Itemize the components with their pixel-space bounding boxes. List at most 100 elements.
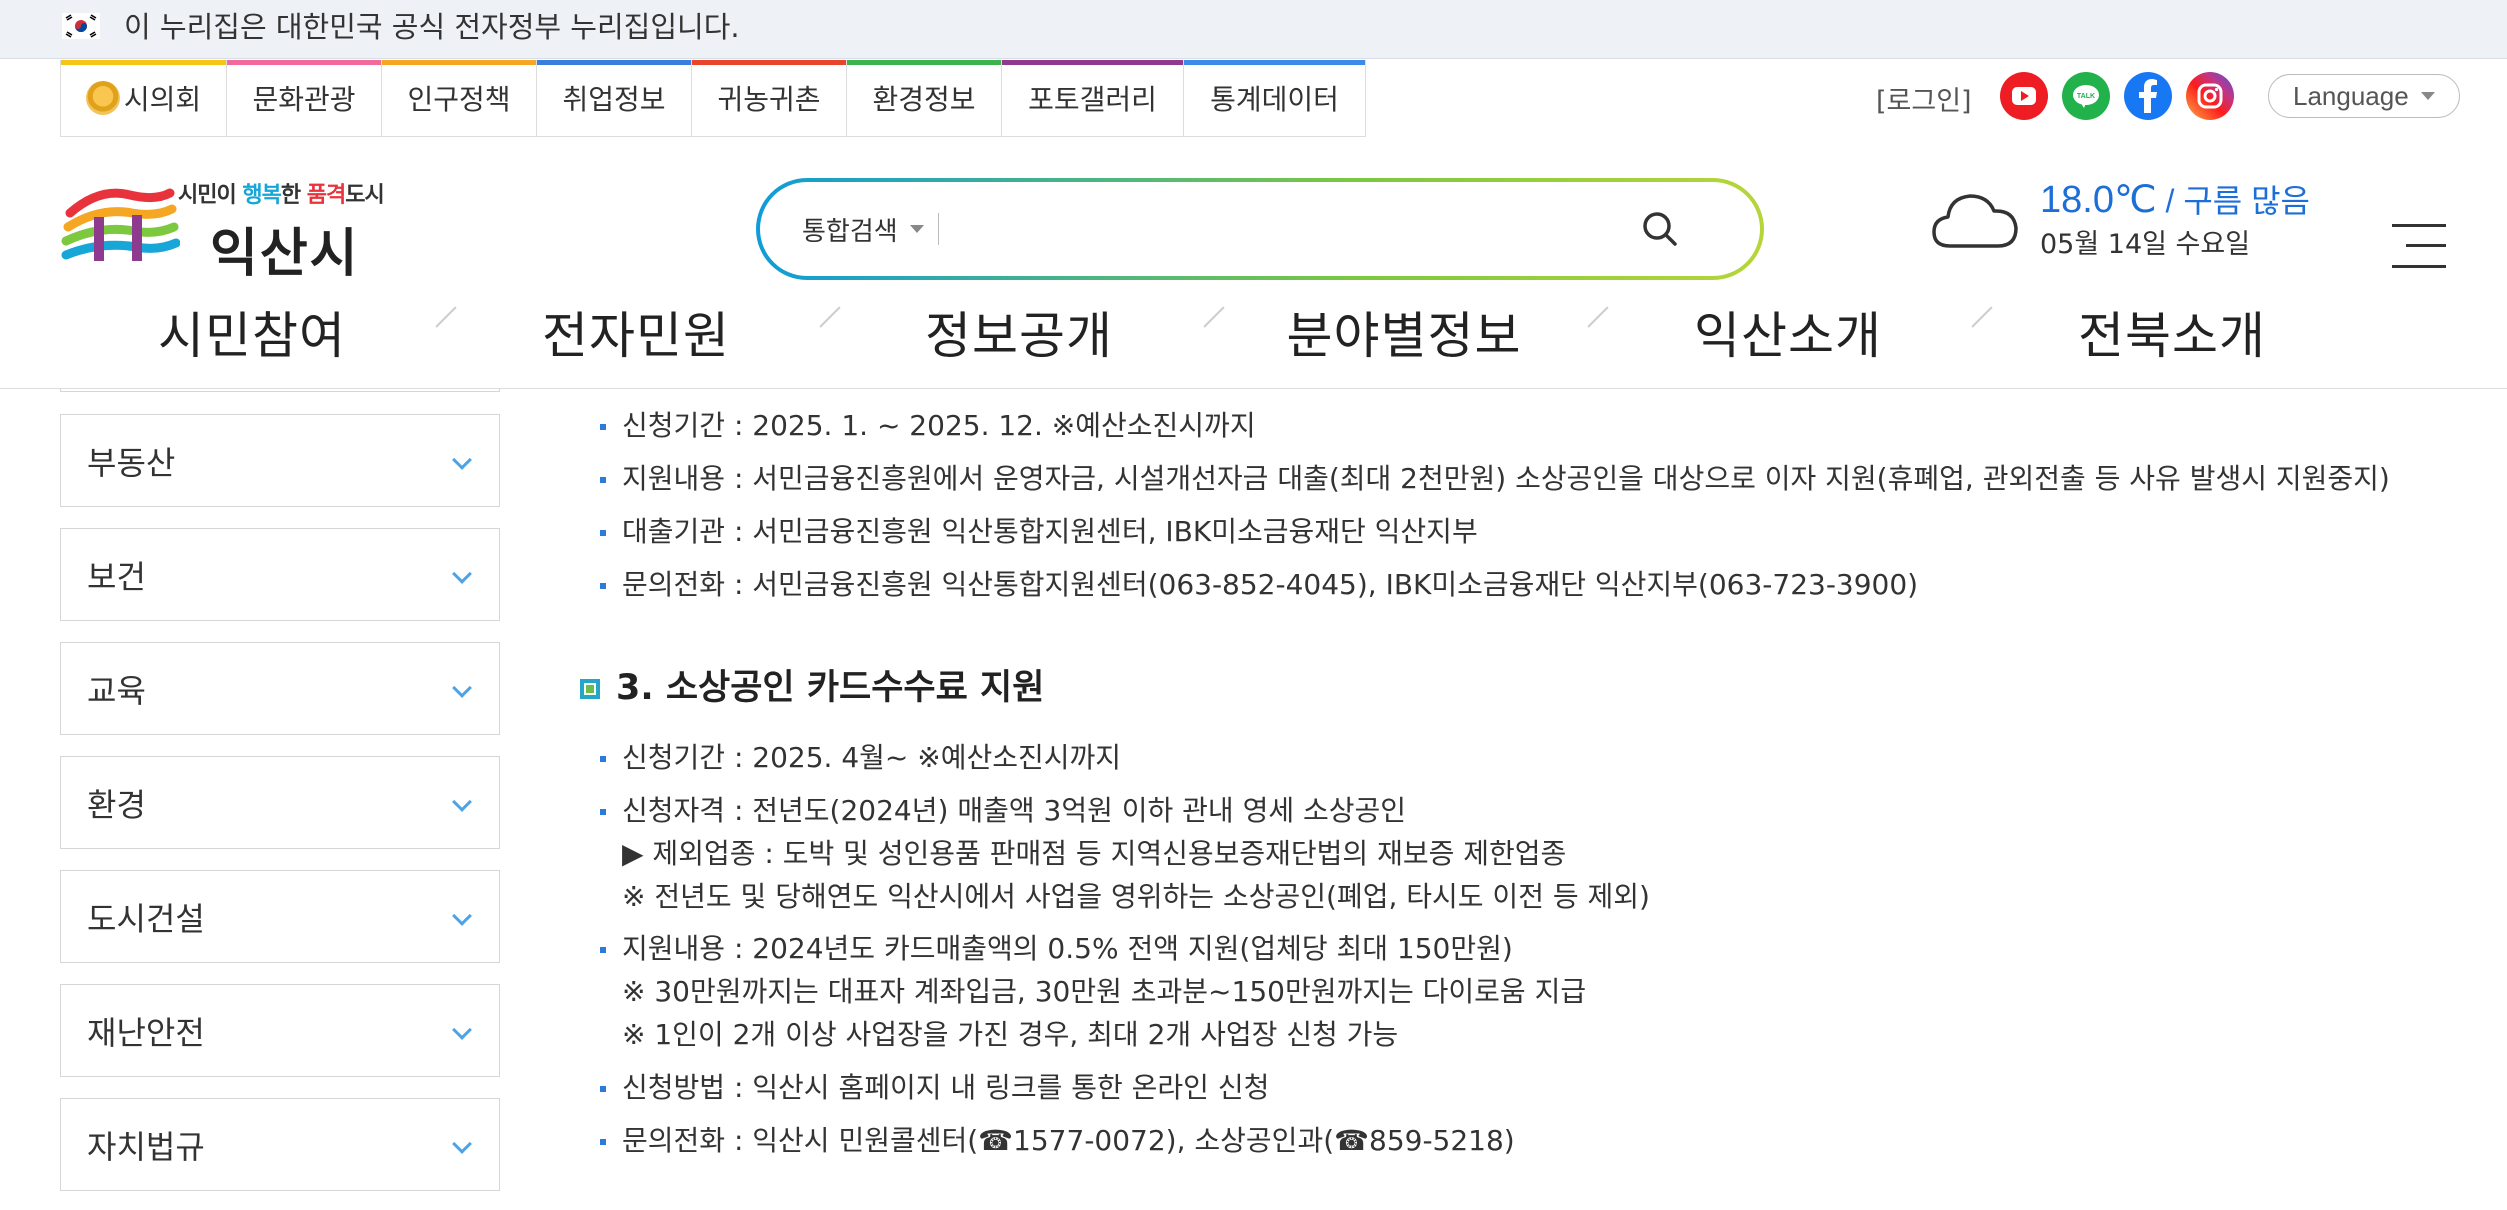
tab-environment-info[interactable]: 환경정보 bbox=[847, 60, 1002, 137]
chevron-down-icon bbox=[452, 1020, 472, 1040]
main-navigation: 시민참여 전자민원 정보공개 분야별정보 익산소개 전북소개 bbox=[0, 288, 2507, 388]
tab-label: 통계데이터 bbox=[1210, 83, 1339, 116]
nav-separator bbox=[1587, 306, 1609, 328]
search-scope-select[interactable]: 통합검색 bbox=[802, 211, 924, 248]
weather-date: 05월 14일 수요일 bbox=[2040, 229, 2251, 260]
sidebar-item-health[interactable]: 보건 bbox=[60, 528, 500, 621]
sidebar-item-real-estate[interactable]: 부동산 bbox=[60, 414, 500, 507]
line-icon[interactable]: TALK bbox=[2062, 72, 2110, 120]
tab-color-bar bbox=[847, 60, 1001, 65]
nav-information-disclosure[interactable]: 정보공개 bbox=[925, 296, 1113, 368]
menu-line bbox=[2406, 244, 2446, 247]
language-label: Language bbox=[2293, 80, 2409, 111]
play-icon bbox=[2012, 87, 2036, 105]
section3-excluded-industries: ▶ 제외업종 : 도박 및 성인용품 판매점 등 지역신용보증재단법의 재보증 … bbox=[622, 837, 1567, 870]
tab-label: 포토갤러리 bbox=[1028, 83, 1157, 116]
sidebar-item-environment[interactable]: 환경 bbox=[60, 756, 500, 849]
svg-text:TALK: TALK bbox=[2077, 93, 2095, 100]
all-menu-button[interactable] bbox=[2392, 220, 2446, 272]
iksan-logo-icon bbox=[61, 188, 180, 261]
nav-citizen-participation[interactable]: 시민참여 bbox=[158, 296, 346, 368]
chevron-down-icon bbox=[452, 564, 472, 584]
chevron-down-icon bbox=[452, 678, 472, 698]
tab-color-bar bbox=[382, 60, 536, 65]
section2-contact: 문의전화 : 서민금융진흥원 익산통합지원센터(063-852-4045), I… bbox=[580, 565, 1918, 605]
chevron-down-icon bbox=[452, 1134, 472, 1154]
sidebar-item-education[interactable]: 교육 bbox=[60, 642, 500, 735]
search-input[interactable] bbox=[938, 199, 1630, 259]
login-link[interactable]: [로그인] bbox=[1876, 60, 1972, 137]
sidebar-item-urban-construction[interactable]: 도시건설 bbox=[60, 870, 500, 963]
facebook-f-icon bbox=[2139, 79, 2157, 113]
logo-city-name: 익산시 bbox=[210, 224, 360, 284]
menu-line bbox=[2392, 224, 2446, 227]
section3-heading: 3. 소상공인 카드수수료 지원 bbox=[580, 666, 1044, 710]
section3-support-details: 지원내용 : 2024년도 카드매출액의 0.5% 전액 지원(업체당 최대 1… bbox=[580, 929, 1513, 969]
search-button[interactable] bbox=[1630, 199, 1690, 259]
tab-label: 시의회 bbox=[123, 83, 202, 116]
search-box: 통합검색 bbox=[760, 182, 1760, 276]
nav-e-civil-service[interactable]: 전자민원 bbox=[542, 296, 730, 368]
chevron-down-icon bbox=[452, 450, 472, 470]
section3-eligibility: 신청자격 : 전년도(2024년) 매출액 3억원 이하 관내 영세 소상공인 bbox=[580, 791, 1406, 831]
sidebar-item-label: 자치법규 bbox=[87, 1127, 205, 1166]
search-scope-label: 통합검색 bbox=[802, 216, 898, 247]
tab-culture-tourism[interactable]: 문화관광 bbox=[227, 60, 382, 137]
sidebar-item-label: 부동산 bbox=[87, 443, 176, 482]
weather-temperature: 18.0℃ / 구름 많음 bbox=[2040, 179, 2310, 221]
tab-color-bar bbox=[1002, 60, 1183, 65]
tab-color-bar bbox=[537, 60, 691, 65]
section3-application-period: 신청기간 : 2025. 4월~ ※예산소진시까지 bbox=[580, 738, 1121, 778]
instagram-icon[interactable] bbox=[2186, 72, 2234, 120]
tab-return-farming[interactable]: 귀농귀촌 bbox=[692, 60, 847, 137]
tab-label: 취업정보 bbox=[562, 83, 666, 116]
chevron-down-icon bbox=[452, 792, 472, 812]
cloud-icon bbox=[1932, 194, 2018, 248]
gov-banner: 이 누리집은 대한민국 공식 전자정부 누리집입니다. bbox=[0, 0, 2507, 59]
nav-separator bbox=[819, 306, 841, 328]
nav-about-jeonbuk[interactable]: 전북소개 bbox=[2078, 296, 2266, 368]
tab-color-bar bbox=[692, 60, 846, 65]
nav-separator bbox=[1971, 306, 1993, 328]
section2-loan-institution: 대출기관 : 서민금융진흥원 익산통합지원센터, IBK미소금융재단 익산지부 bbox=[580, 512, 1478, 552]
gov-banner-text: 이 누리집은 대한민국 공식 전자정부 누리집입니다. bbox=[124, 10, 740, 44]
nav-field-info[interactable]: 분야별정보 bbox=[1287, 296, 1522, 368]
tab-label: 환경정보 bbox=[872, 83, 976, 116]
sidebar-item-label: 도시건설 bbox=[87, 899, 205, 938]
sidebar-item-local-laws[interactable]: 자치법규 bbox=[60, 1098, 500, 1191]
tab-label: 인구정책 bbox=[407, 83, 511, 116]
language-select[interactable]: Language bbox=[2268, 74, 2460, 118]
camera-icon bbox=[2197, 83, 2223, 109]
tab-color-bar bbox=[227, 60, 381, 65]
chevron-down-icon bbox=[2420, 92, 2435, 100]
sidebar-item-label: 환경 bbox=[87, 785, 146, 824]
sidebar-item-disaster-safety[interactable]: 재난안전 bbox=[60, 984, 500, 1077]
tab-job-info[interactable]: 취업정보 bbox=[537, 60, 692, 137]
heading-bullet-icon bbox=[580, 679, 600, 699]
tab-statistics-data[interactable]: 통계데이터 bbox=[1184, 60, 1366, 137]
section3-eligibility-note: ※ 전년도 및 당해연도 익산시에서 사업을 영위하는 소상공인(폐업, 타시도… bbox=[622, 880, 1650, 913]
section3-payment-note: ※ 30만원까지는 대표자 계좌입금, 30만원 초과분~150만원까지는 다이… bbox=[622, 975, 1587, 1008]
nav-about-iksan[interactable]: 익산소개 bbox=[1694, 296, 1882, 368]
tab-label: 귀농귀촌 bbox=[717, 83, 821, 116]
related-site-tabs: 시의회 문화관광 인구정책 취업정보 귀농귀촌 환경정보 포토갤러리 통계데이터 bbox=[60, 60, 1366, 137]
search-icon bbox=[1643, 212, 1677, 246]
korea-flag-icon bbox=[62, 13, 100, 39]
tab-photo-gallery[interactable]: 포토갤러리 bbox=[1002, 60, 1184, 137]
chevron-down-icon bbox=[909, 225, 924, 233]
section3-heading-text: 3. 소상공인 카드수수료 지원 bbox=[616, 668, 1045, 708]
section3-application-method: 신청방법 : 익산시 홈페이지 내 링크를 통한 온라인 신청 bbox=[580, 1068, 1269, 1108]
site-logo[interactable]: 시민이 행복한 품격도시 익산시 bbox=[60, 165, 420, 284]
sidebar-item-label: 재난안전 bbox=[87, 1013, 205, 1052]
sidebar-item-label: 보건 bbox=[87, 557, 146, 596]
section3-contact: 문의전화 : 익산시 민원콜센터(☎1577-0072), 소상공인과(☎859… bbox=[580, 1121, 1515, 1161]
tab-color-bar bbox=[1184, 60, 1365, 65]
tab-population-policy[interactable]: 인구정책 bbox=[382, 60, 537, 137]
facebook-icon[interactable] bbox=[2124, 72, 2172, 120]
section3-multi-business-note: ※ 1인이 2개 이상 사업장을 가진 경우, 최대 2개 사업장 신청 가능 bbox=[622, 1018, 1399, 1051]
nav-separator bbox=[435, 306, 457, 328]
tab-city-council[interactable]: 시의회 bbox=[61, 60, 227, 137]
section2-application-period: 신청기간 : 2025. 1. ~ 2025. 12. ※예산소진시까지 bbox=[580, 406, 1256, 446]
logo-slogan: 시민이 행복한 품격도시 bbox=[178, 183, 385, 208]
youtube-icon[interactable] bbox=[2000, 72, 2048, 120]
